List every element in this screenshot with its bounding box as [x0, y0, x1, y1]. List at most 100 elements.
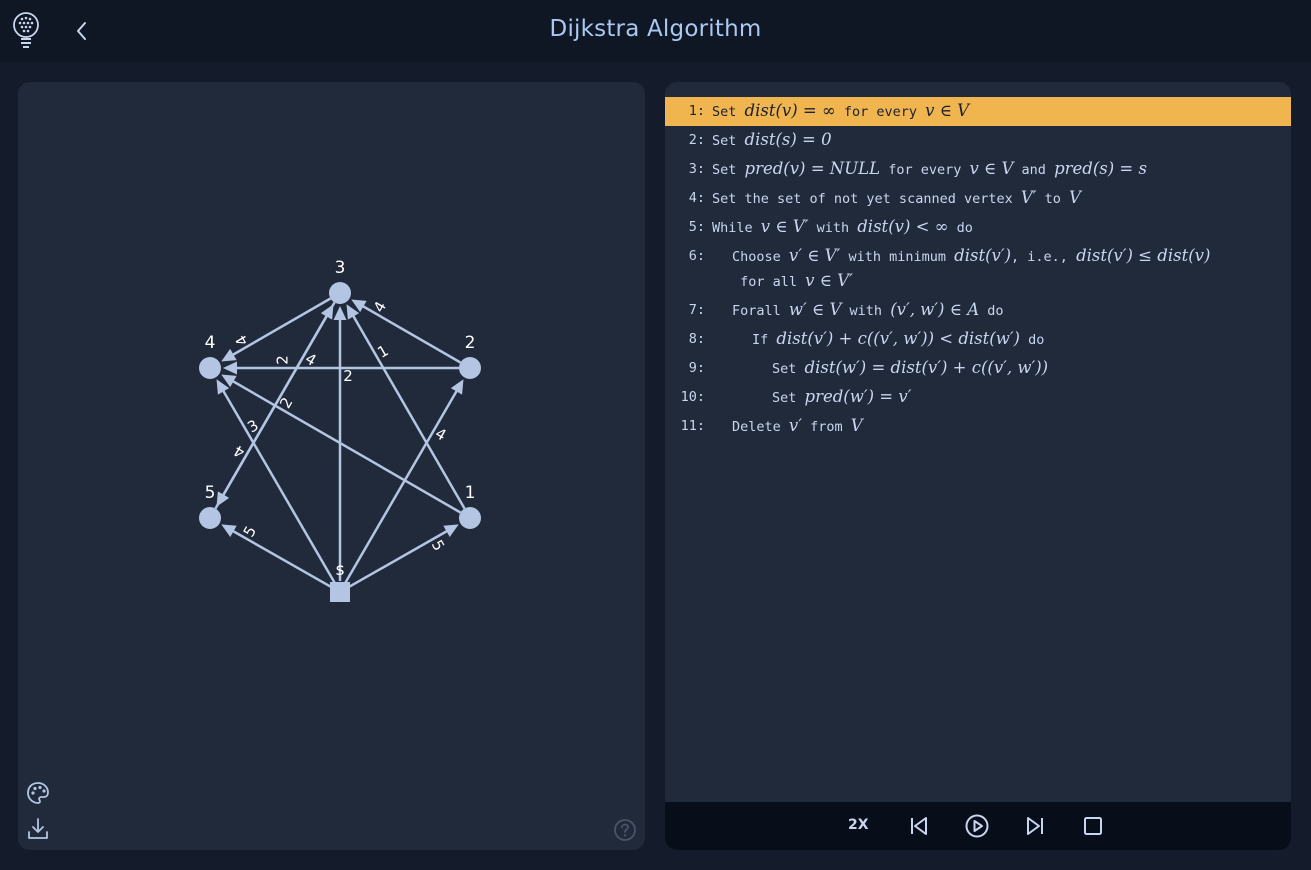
graph-edge[interactable] [220, 387, 336, 584]
math-expression: pred(v) = NULL [744, 159, 881, 178]
top-bar: Dijkstra Algorithm [0, 0, 1311, 62]
line-content: Choose v′ ∈ V′ with minimum dist(v′), i.… [712, 242, 1252, 296]
pseudocode-line: 10: Set pred(w′) = v′ [665, 383, 1291, 412]
skip-forward-icon[interactable] [1021, 812, 1049, 840]
graph-panel: 554234412244s12345 [18, 82, 645, 850]
pseudocode-line: 8: If dist(v′) + c((v′, w′)) < dist(w′) d… [665, 325, 1291, 354]
math-expression: V′ [1020, 188, 1037, 207]
line-number: 7: [688, 302, 705, 318]
node-label: s [336, 560, 345, 580]
line-content: Forall w′ ∈ V with (v′, w′) ∈ A do [712, 296, 1291, 325]
line-content: Delete v′ from V [712, 412, 1291, 441]
node-label: 1 [465, 483, 476, 503]
graph-edge[interactable] [344, 387, 460, 584]
graph-node[interactable] [329, 282, 351, 304]
pseudocode-line: 6: Choose v′ ∈ V′ with minimum dist(v′), … [665, 242, 1291, 296]
line-number: 11: [680, 418, 705, 434]
math-expression: v ∈ V [969, 159, 1014, 178]
math-expression: w′ ∈ V [788, 300, 842, 319]
page-title: Dijkstra Algorithm [549, 16, 762, 42]
math-expression: v′ ∈ V′ [788, 246, 841, 265]
code-text: for every [880, 162, 970, 178]
algorithm-panel: 1: Set dist(v) = ∞ for every v ∈ V 2: Set d… [665, 82, 1291, 850]
graph-node[interactable] [459, 507, 481, 529]
graph-node[interactable] [199, 507, 221, 529]
code-text: to [1036, 191, 1070, 207]
code-text: and [1013, 162, 1055, 178]
graph-node[interactable] [459, 357, 481, 379]
math-expression: dist(v′) [954, 246, 1012, 265]
skip-back-icon[interactable] [905, 812, 933, 840]
pseudocode-line: 9: Set dist(w′) = dist(v′) + c((v′, w′)) [665, 354, 1291, 383]
code-text: Forall [732, 303, 789, 319]
edge-arrowhead [223, 361, 237, 375]
line-content: While v ∈ V′ with dist(v) < ∞ do [712, 213, 1291, 242]
code-text: Set the set of not yet scanned vertex [712, 191, 1021, 207]
code-text: do [948, 220, 973, 236]
math-expression: V [850, 416, 863, 435]
code-text: do [979, 303, 1004, 319]
play-icon[interactable] [963, 812, 991, 840]
pseudocode-line: 2: Set dist(s) = 0 [665, 126, 1291, 155]
pseudocode: 1: Set dist(v) = ∞ for every v ∈ V 2: Set d… [665, 97, 1291, 441]
math-expression: dist(v) < ∞ [857, 217, 949, 236]
math-expression: pred(s) = s [1054, 159, 1147, 178]
pseudocode-line: 1: Set dist(v) = ∞ for every v ∈ V [665, 97, 1291, 126]
pseudocode-line: 5: While v ∈ V′ with dist(v) < ∞ do [665, 213, 1291, 242]
math-expression: dist(v) = ∞ [744, 101, 836, 120]
download-icon[interactable] [25, 816, 51, 842]
node-label: 4 [205, 333, 216, 353]
graph-edge[interactable] [229, 528, 332, 588]
graph-node[interactable] [199, 357, 221, 379]
code-text: Set [772, 361, 805, 377]
line-number: 8: [688, 331, 705, 347]
line-number: 3: [688, 161, 705, 177]
graph-edges [214, 297, 466, 588]
code-text: Set [772, 390, 805, 406]
speed-button[interactable]: 2X [848, 817, 869, 833]
code-text: with [841, 303, 891, 319]
code-text: for every [835, 104, 926, 120]
help-circle-icon[interactable] [612, 817, 638, 843]
pseudocode-line: 7: Forall w′ ∈ V with (v′, w′) ∈ A do [665, 296, 1291, 325]
playback-controls: 2X [665, 802, 1291, 850]
code-text: Set [712, 133, 745, 149]
line-number: 2: [688, 132, 705, 148]
stop-icon[interactable] [1079, 812, 1107, 840]
code-text: , i.e., [1011, 249, 1077, 265]
math-expression: pred(w′) = v′ [804, 387, 912, 406]
code-text: If [752, 332, 777, 348]
math-expression: dist(v′) ≤ dist(v) [1076, 246, 1211, 265]
code-text: from [801, 419, 851, 435]
code-text: Delete [732, 419, 789, 435]
math-expression: v ∈ V′ [760, 217, 809, 236]
graph-edge[interactable] [348, 528, 451, 588]
line-content: Set dist(w′) = dist(v′) + c((v′, w′)) [712, 354, 1291, 383]
line-content: Set dist(v) = ∞ for every v ∈ V [712, 97, 1291, 126]
graph-edge[interactable] [350, 312, 466, 510]
code-text: do [1020, 332, 1045, 348]
palette-icon[interactable] [25, 780, 51, 806]
line-number: 4: [688, 190, 705, 206]
pseudocode-line: 3: Set pred(v) = NULL for every v ∈ V and… [665, 155, 1291, 184]
source-node[interactable] [330, 582, 350, 602]
edge-arrowhead [333, 306, 347, 320]
pseudocode-line: 11: Delete v′ from V [665, 412, 1291, 441]
code-text: While [712, 220, 761, 236]
line-number: 10: [680, 389, 705, 405]
graph-canvas[interactable]: 554234412244s12345 [18, 82, 645, 850]
code-text: Set [712, 104, 745, 120]
node-label: 3 [335, 258, 346, 278]
line-content: Set pred(w′) = v′ [712, 383, 1291, 412]
line-content: Set pred(v) = NULL for every v ∈ V and p… [712, 155, 1291, 184]
line-content: Set dist(s) = 0 [712, 126, 1291, 155]
math-expression: V [1069, 188, 1081, 207]
node-label: 5 [205, 483, 216, 503]
code-text: Choose [732, 249, 789, 265]
node-label: 2 [465, 333, 476, 353]
edge-weight-label: 2 [273, 355, 291, 365]
graph-edge[interactable] [229, 297, 332, 358]
code-text: Set [712, 162, 745, 178]
math-expression: v ∈ V′ [805, 271, 853, 290]
code-text: with [808, 220, 858, 236]
